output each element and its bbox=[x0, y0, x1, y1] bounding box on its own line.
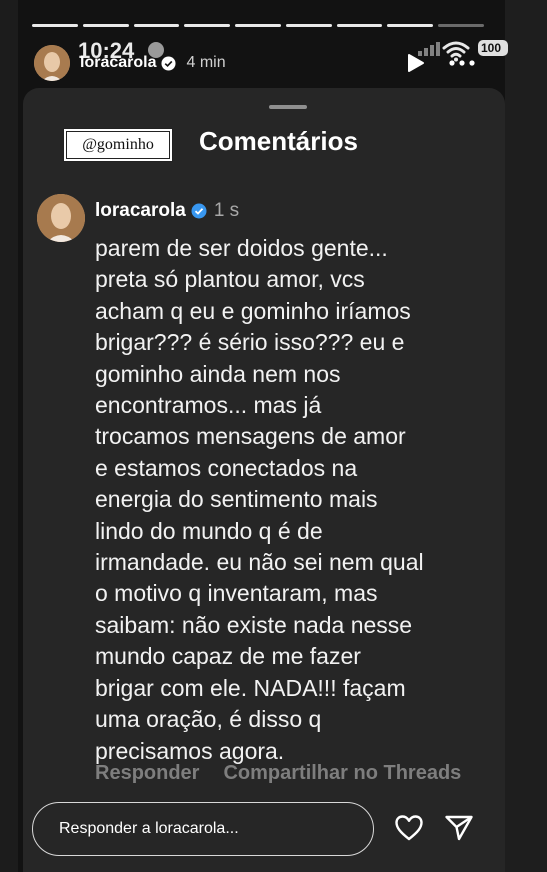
battery-icon: 100 bbox=[478, 40, 508, 56]
sheet-title: Comentários bbox=[199, 126, 358, 156]
reply-input[interactable] bbox=[32, 802, 374, 856]
progress-segment bbox=[82, 24, 129, 27]
progress-segment bbox=[285, 24, 332, 27]
more-icon[interactable] bbox=[448, 52, 476, 74]
comment-avatar[interactable] bbox=[37, 194, 85, 242]
play-icon[interactable] bbox=[404, 52, 426, 74]
reply-button[interactable]: Responder bbox=[95, 762, 199, 785]
comment-header: loracarola 1 s bbox=[95, 200, 239, 222]
share-threads-button[interactable]: Compartilhar no Threads bbox=[223, 762, 461, 785]
progress-segment bbox=[387, 24, 434, 27]
progress-segment-current bbox=[438, 24, 485, 27]
comments-sheet: @gominho Comentários loracarola 1 s pare… bbox=[23, 88, 505, 872]
verified-badge-icon bbox=[161, 55, 177, 71]
comment-time: 1 s bbox=[213, 200, 240, 221]
progress-segment bbox=[235, 24, 281, 27]
verified-badge-icon bbox=[191, 203, 207, 219]
progress-segment bbox=[32, 24, 78, 27]
story-header: loracarola 4 min bbox=[34, 45, 226, 81]
drag-handle[interactable] bbox=[269, 105, 307, 109]
background-edge bbox=[505, 0, 547, 872]
avatar[interactable] bbox=[34, 45, 70, 81]
progress-segment bbox=[133, 24, 180, 27]
comment-actions: Responder Compartilhar no Threads bbox=[95, 762, 505, 785]
story-posted-time: 4 min bbox=[186, 54, 226, 71]
mention-sticker: @gominho bbox=[63, 128, 173, 162]
story-progress-bar bbox=[32, 24, 485, 27]
progress-segment bbox=[336, 24, 383, 27]
comment-text: parem de ser doidos gente... preta só pl… bbox=[95, 235, 424, 764]
comment-username[interactable]: loracarola bbox=[95, 200, 186, 222]
mention-sticker-label: @gominho bbox=[66, 131, 170, 159]
story-username[interactable]: loracarola bbox=[80, 54, 156, 72]
send-icon[interactable] bbox=[444, 814, 474, 842]
heart-icon[interactable] bbox=[394, 814, 424, 842]
progress-segment bbox=[184, 24, 231, 27]
